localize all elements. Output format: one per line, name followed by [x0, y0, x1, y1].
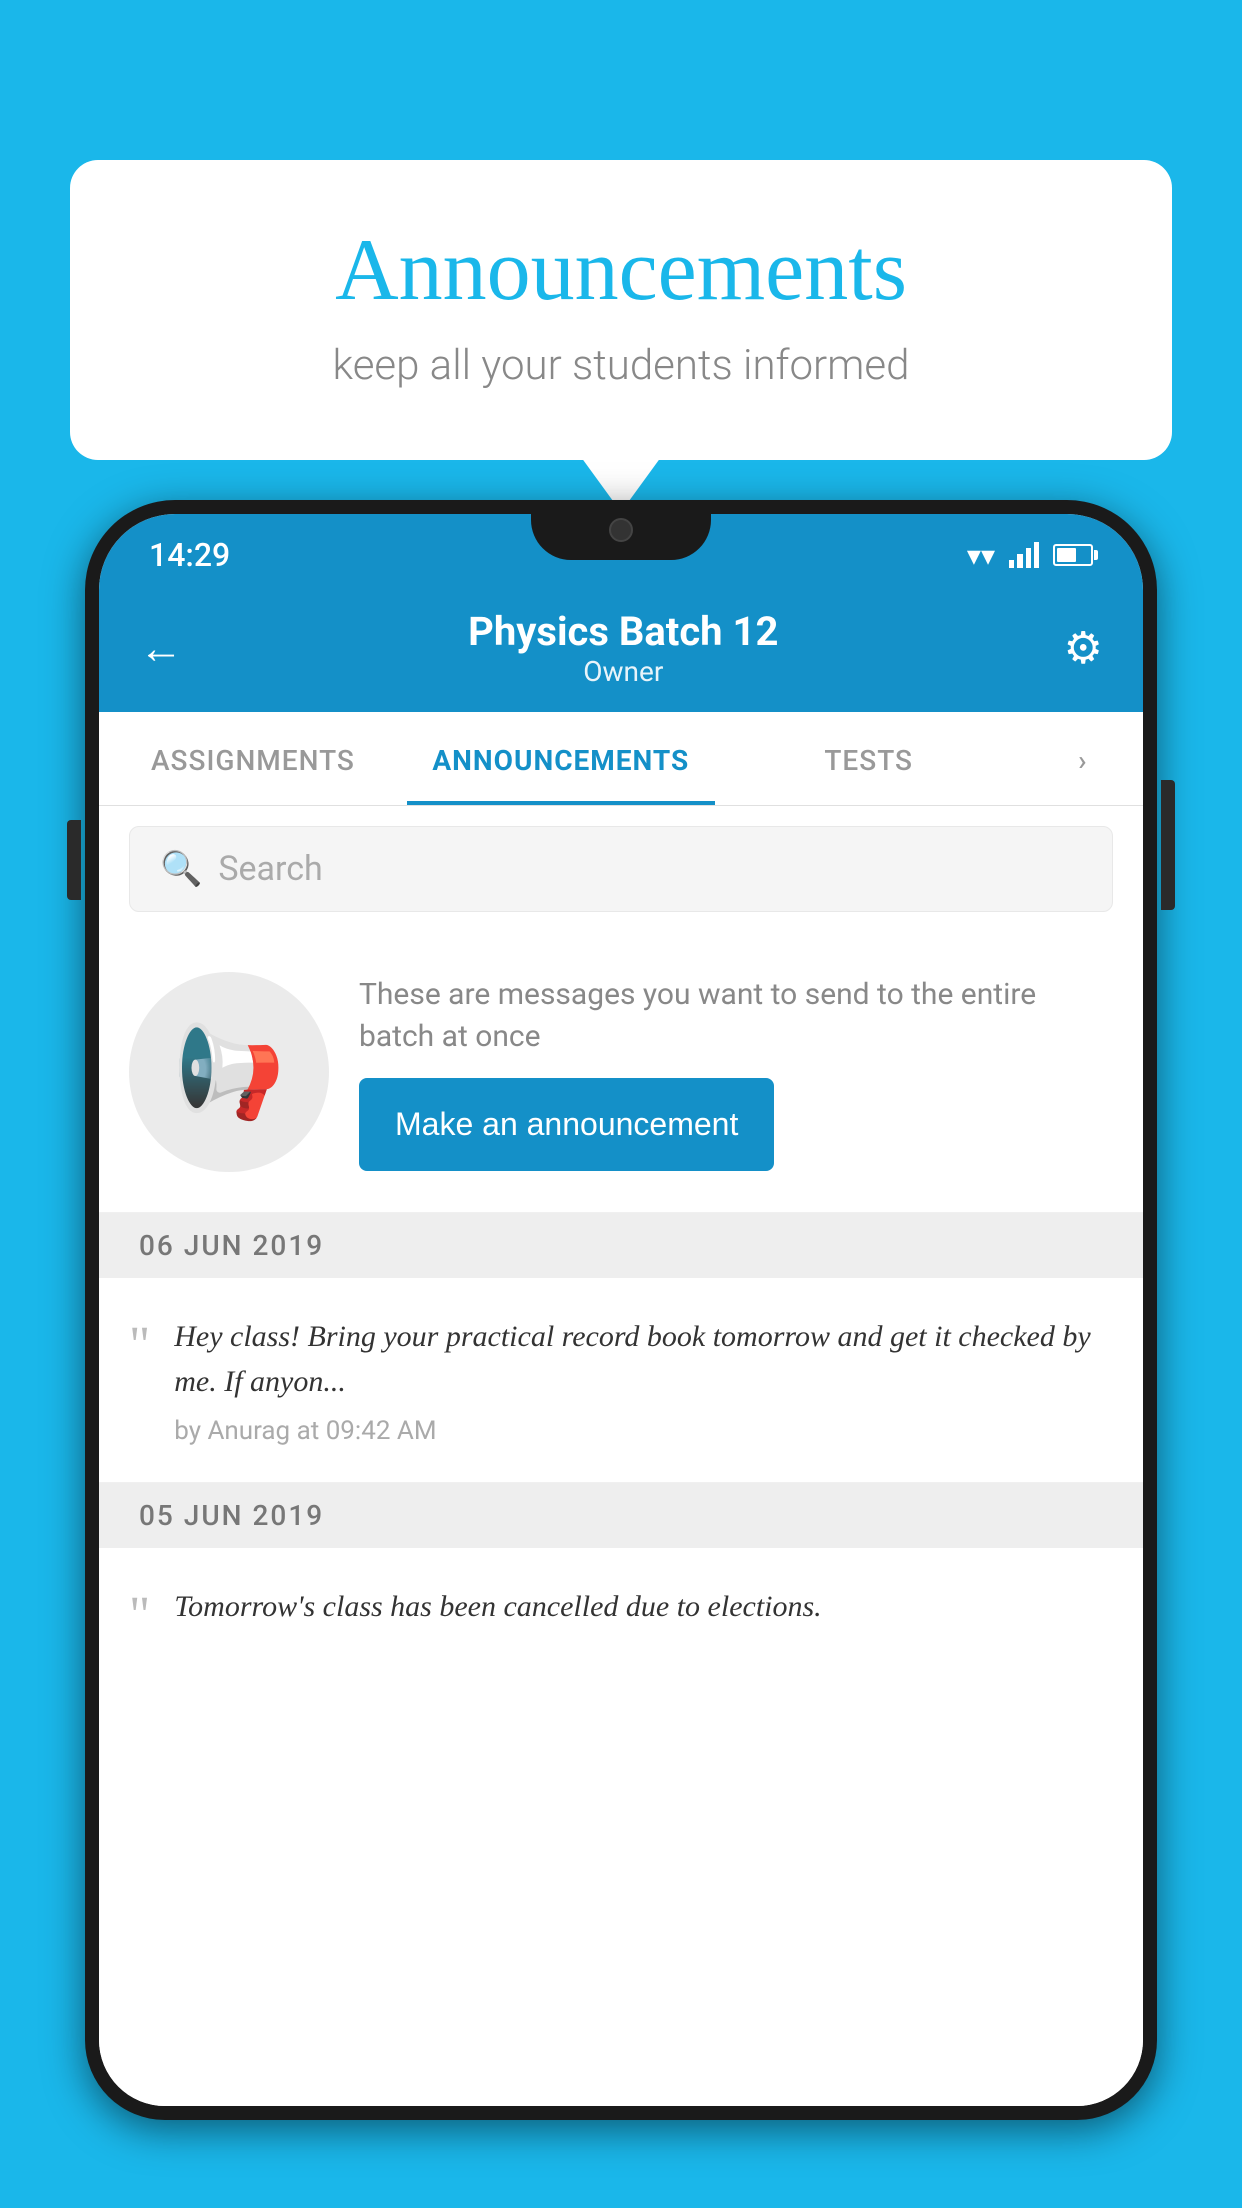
status-icons: ▾▾	[967, 539, 1093, 572]
batch-name: Physics Batch 12	[183, 608, 1064, 655]
phone-wrapper: 14:29 ▾▾ ← Phy	[85, 500, 1157, 2208]
make-announcement-button[interactable]: Make an announcement	[359, 1078, 774, 1171]
signal-icon	[1009, 542, 1039, 568]
gear-icon[interactable]: ⚙	[1064, 622, 1103, 674]
status-time: 14:29	[149, 536, 230, 574]
bubble-title: Announcements	[150, 220, 1092, 321]
promo-section: 📢 These are messages you want to send to…	[99, 932, 1143, 1213]
battery-fill	[1057, 548, 1076, 562]
promo-content: These are messages you want to send to t…	[359, 974, 1113, 1171]
search-container: 🔍 Search	[99, 806, 1143, 932]
quote-icon-2: "	[129, 1590, 150, 1642]
phone-outer: 14:29 ▾▾ ← Phy	[85, 500, 1157, 2120]
date-separator-2: 05 JUN 2019	[99, 1483, 1143, 1548]
search-bar[interactable]: 🔍 Search	[129, 826, 1113, 912]
announcement-meta-1: by Anurag at 09:42 AM	[174, 1416, 1113, 1446]
announcement-content-1: Hey class! Bring your practical record b…	[174, 1314, 1113, 1446]
promo-description: These are messages you want to send to t…	[359, 974, 1113, 1058]
promo-icon-circle: 📢	[129, 972, 329, 1172]
signal-bar-2	[1017, 554, 1022, 568]
wifi-icon: ▾▾	[967, 539, 995, 572]
batch-role: Owner	[183, 655, 1064, 688]
notch	[531, 500, 711, 560]
search-icon: 🔍	[160, 849, 202, 889]
megaphone-icon: 📢	[173, 1020, 285, 1125]
quote-icon-1: "	[129, 1320, 150, 1446]
signal-bar-3	[1026, 548, 1031, 568]
tab-assignments[interactable]: ASSIGNMENTS	[99, 712, 407, 805]
date-text-1: 06 JUN 2019	[139, 1229, 324, 1262]
tab-tests[interactable]: TESTS	[715, 712, 1023, 805]
date-separator-1: 06 JUN 2019	[99, 1213, 1143, 1278]
tab-announcements[interactable]: ANNOUNCEMENTS	[407, 712, 715, 805]
app-bar: ← Physics Batch 12 Owner ⚙	[99, 584, 1143, 712]
bubble-subtitle: keep all your students informed	[150, 341, 1092, 390]
announcement-content-2: Tomorrow's class has been cancelled due …	[174, 1584, 1113, 1642]
tab-bar: ASSIGNMENTS ANNOUNCEMENTS TESTS ›	[99, 712, 1143, 806]
announcement-text-2: Tomorrow's class has been cancelled due …	[174, 1584, 1113, 1629]
camera-dot	[609, 518, 633, 542]
announcement-item-1[interactable]: " Hey class! Bring your practical record…	[99, 1278, 1143, 1483]
speech-bubble: Announcements keep all your students inf…	[70, 160, 1172, 460]
announcement-item-2[interactable]: " Tomorrow's class has been cancelled du…	[99, 1548, 1143, 1642]
search-placeholder: Search	[218, 849, 322, 889]
phone-screen: 14:29 ▾▾ ← Phy	[99, 514, 1143, 2106]
back-button[interactable]: ←	[139, 622, 183, 674]
content-area: 🔍 Search 📢 These are messages you want t…	[99, 806, 1143, 2106]
signal-bar-4	[1034, 542, 1039, 568]
tab-more[interactable]: ›	[1023, 712, 1143, 805]
speech-bubble-section: Announcements keep all your students inf…	[70, 160, 1172, 460]
app-bar-title: Physics Batch 12 Owner	[183, 608, 1064, 688]
battery-icon	[1053, 544, 1093, 566]
announcement-text-1: Hey class! Bring your practical record b…	[174, 1314, 1113, 1404]
signal-bar-1	[1009, 560, 1014, 568]
date-text-2: 05 JUN 2019	[139, 1499, 324, 1532]
